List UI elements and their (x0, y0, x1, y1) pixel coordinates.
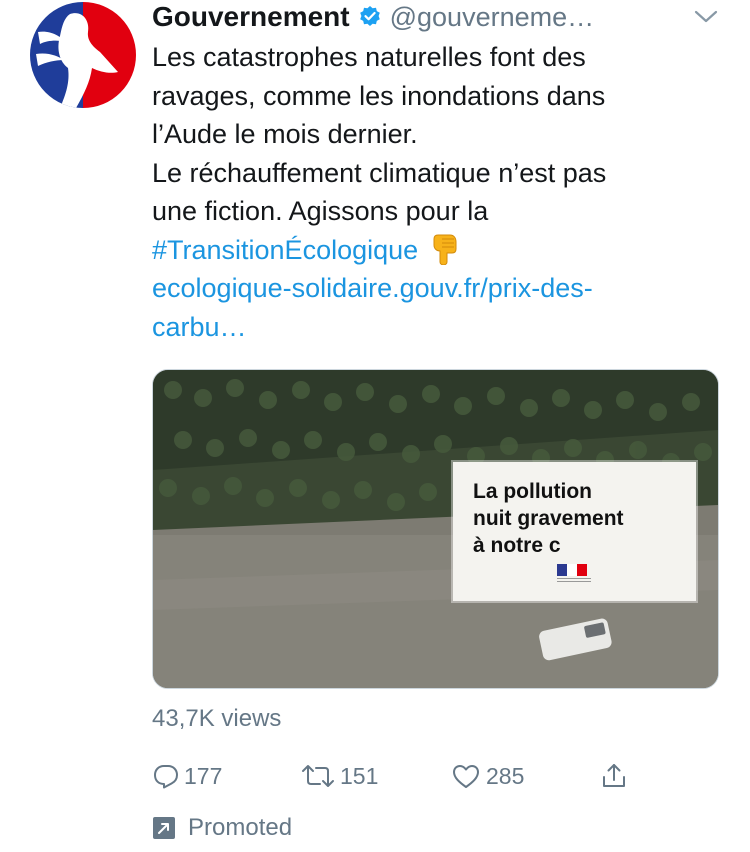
share-button[interactable] (600, 758, 628, 794)
video-overlay-text: La pollution nuit gravement à notre c (473, 480, 624, 557)
tweet-text-line: Le réchauffement climatique n’est pas (152, 157, 607, 188)
hashtag-link[interactable]: #TransitionÉcologique (152, 235, 418, 265)
tweet-text-line: Les catastrophes naturelles font des (152, 42, 586, 72)
reply-icon (154, 765, 178, 789)
tweet-text: Les catastrophes naturelles font des rav… (152, 38, 712, 346)
retweet-icon (302, 765, 334, 787)
tweet-text-line: l’Aude le mois dernier. (152, 119, 418, 149)
like-count: 285 (486, 762, 525, 789)
promoted-label: Promoted (152, 812, 292, 844)
retweet-count: 151 (340, 762, 379, 789)
url-link[interactable]: carbu… (152, 308, 712, 347)
pointing-down-emoji-icon (430, 233, 460, 266)
view-count: 43,7K views (152, 705, 282, 732)
promoted-text: Promoted (188, 814, 293, 841)
verified-badge-icon (358, 5, 382, 29)
url-link[interactable]: ecologique-solidaire.gouv.fr/prix-des- (152, 269, 712, 308)
share-icon (603, 764, 625, 787)
retweet-button[interactable]: 151 (300, 758, 378, 794)
tweet-action-bar: 177 151 285 (152, 758, 652, 794)
author-display-name[interactable]: Gouvernement (152, 1, 350, 33)
tweet-text-line: une fiction. Agissons pour la (152, 196, 489, 226)
promoted-icon (153, 817, 175, 839)
tweet-header: Gouvernement @gouverneme… (152, 0, 732, 34)
video-overlay-card: La pollution nuit gravement à notre c (453, 462, 696, 601)
like-button[interactable]: 285 (450, 758, 524, 794)
tweet-text-line: ravages, comme les inondations dans (152, 80, 606, 111)
author-handle[interactable]: @gouverneme… (390, 2, 595, 33)
reply-button[interactable]: 177 (152, 758, 222, 794)
video-media[interactable]: La pollution nuit gravement à notre c (152, 369, 719, 689)
french-flag-logo (557, 564, 587, 576)
reply-count: 177 (184, 762, 223, 789)
author-avatar[interactable] (30, 2, 136, 108)
ministry-logo-caption (557, 578, 591, 584)
heart-icon (453, 765, 479, 788)
chevron-down-icon[interactable] (692, 4, 720, 28)
